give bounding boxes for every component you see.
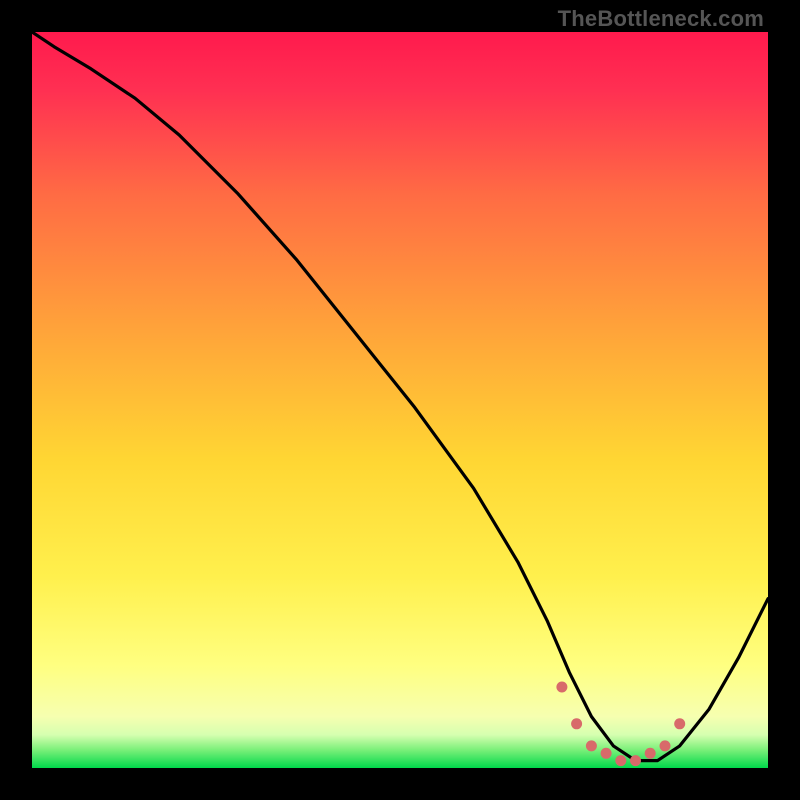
highlight-dot — [601, 748, 612, 759]
highlight-dot — [615, 755, 626, 766]
highlight-dot — [660, 740, 671, 751]
highlight-dot — [630, 755, 641, 766]
highlight-dot — [674, 718, 685, 729]
highlight-dot — [586, 740, 597, 751]
chart-frame — [32, 32, 768, 768]
highlight-dot — [571, 718, 582, 729]
highlight-dot — [556, 682, 567, 693]
watermark-label: TheBottleneck.com — [558, 6, 764, 32]
bottleneck-chart — [32, 32, 768, 768]
gradient-background — [32, 32, 768, 768]
highlight-dot — [645, 748, 656, 759]
